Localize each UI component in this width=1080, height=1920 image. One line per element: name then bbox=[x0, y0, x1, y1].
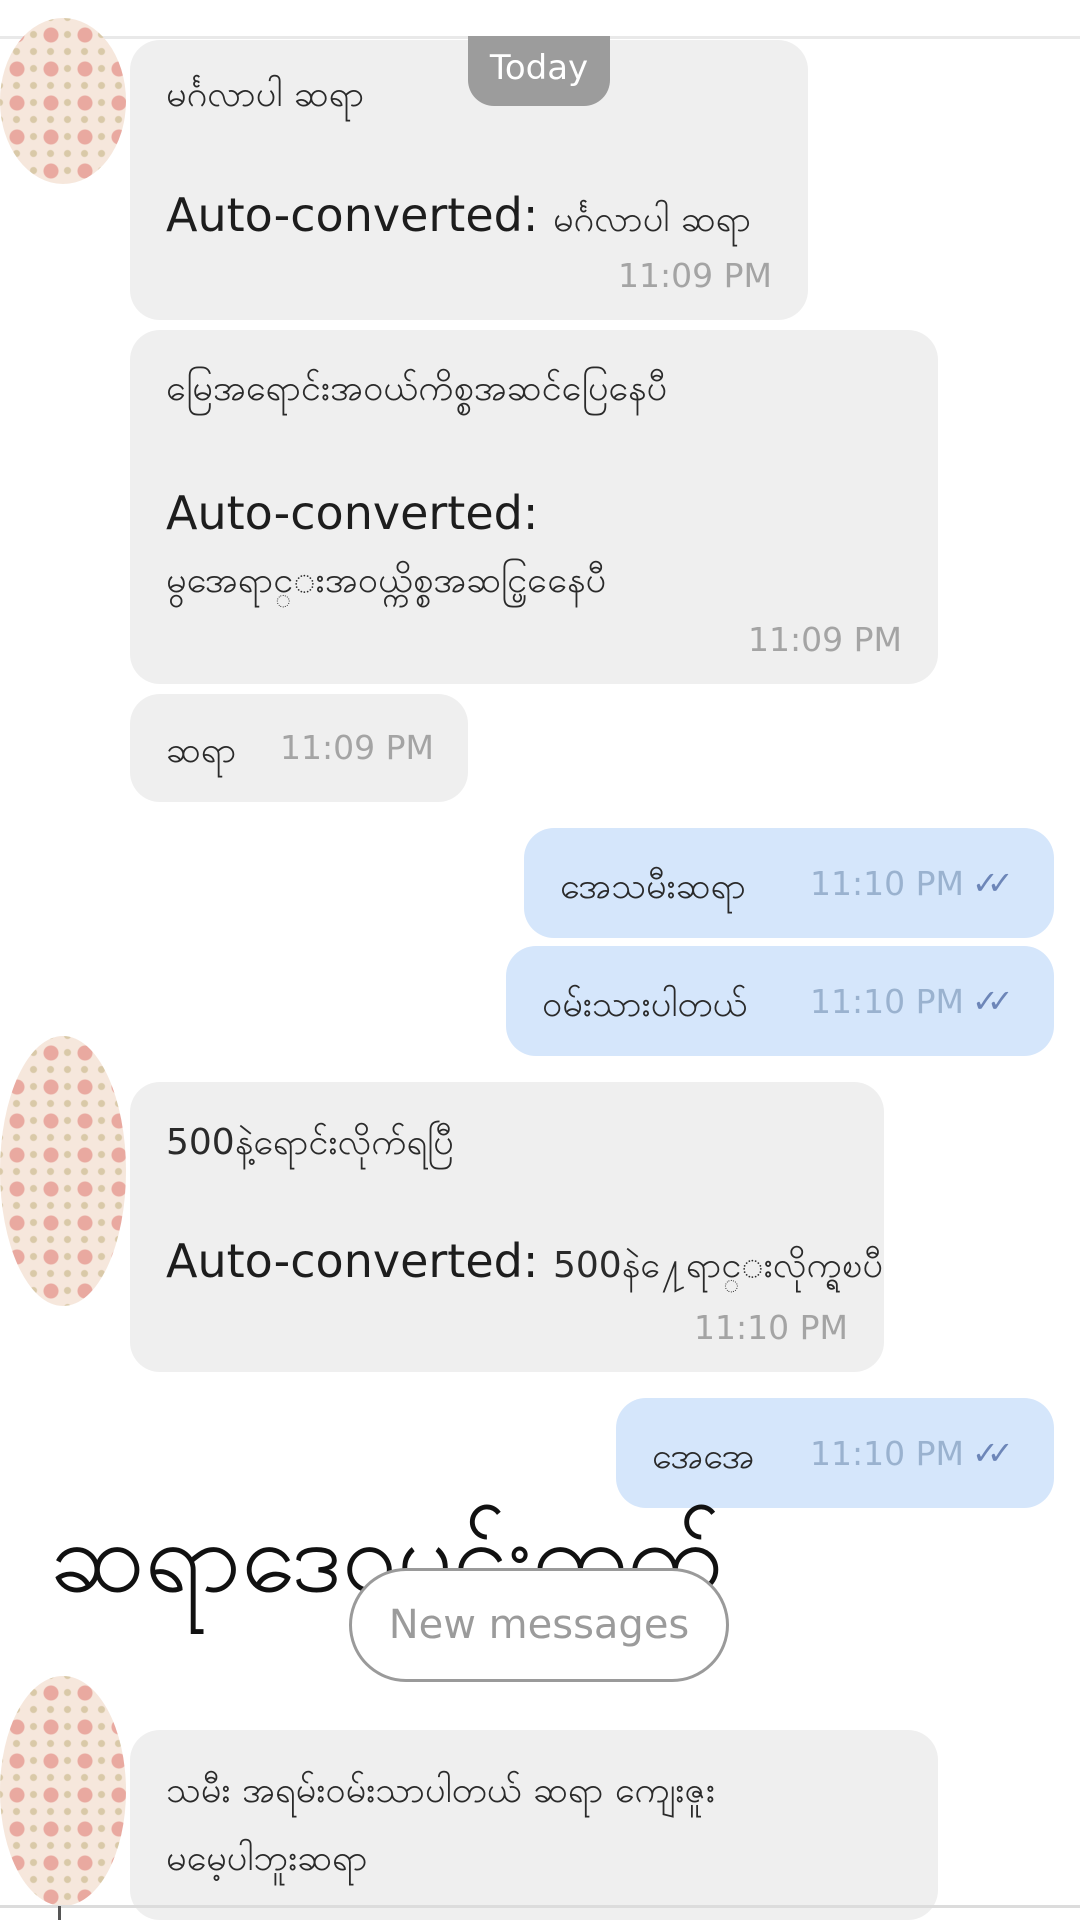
auto-converted-label: Auto-converted: 500နဲ႔ေရာင္းလိုက္ရၿပီ bbox=[166, 1234, 883, 1288]
auto-converted-label: Auto-converted: မင်္ဂလာပါ ဆရာ bbox=[166, 188, 752, 242]
message-time: 11:10 PM bbox=[810, 982, 964, 1021]
converted-text: 500နဲ႔ေရာင္းလိုက္ရၿပီ bbox=[552, 1245, 883, 1286]
input-divider bbox=[0, 1905, 1080, 1908]
converted-text: မင်္ဂလာပါ ဆရာ bbox=[552, 199, 752, 240]
message-text: အေသမီးဆရာ bbox=[560, 866, 746, 907]
outgoing-message-bubble[interactable]: အေအေ 11:10 PM ✓✓ bbox=[616, 1398, 1054, 1508]
new-messages-divider: New messages bbox=[349, 1568, 729, 1682]
message-time: 11:10 PM bbox=[694, 1308, 848, 1347]
double-check-icon: ✓✓ bbox=[972, 982, 1013, 1020]
incoming-message-bubble[interactable]: သမီး အရမ်းဝမ်းသာပါတယ် ဆရာ ကျေးဇူး မမေ့ပါ… bbox=[130, 1730, 938, 1920]
message-text-line-1: သမီး အရမ်းဝမ်းသာပါတယ် ဆရာ ကျေးဇူး bbox=[166, 1770, 715, 1811]
incoming-message-bubble[interactable]: 500နဲ့ရောင်းလိုက်ရပြီ Auto-converted: 50… bbox=[130, 1082, 884, 1372]
message-text: 500နဲ့ရောင်းလိုက်ရပြီ bbox=[166, 1122, 454, 1163]
avatar[interactable] bbox=[0, 1036, 126, 1306]
auto-converted-label: Auto-converted: bbox=[166, 486, 539, 540]
incoming-message-bubble[interactable]: မြေအရောင်းအဝယ်ကိစ္စအဆင်ပြေနေပီ Auto-conv… bbox=[130, 330, 938, 684]
outgoing-message-bubble[interactable]: အေသမီးဆရာ 11:10 PM ✓✓ bbox=[524, 828, 1054, 938]
incoming-message-bubble[interactable]: ဆရာ 11:09 PM bbox=[130, 694, 468, 802]
date-separator: Today bbox=[468, 36, 610, 106]
message-text-line-2: မမေ့ပါဘူးဆရာ bbox=[166, 1838, 368, 1879]
message-time: 11:10 PM bbox=[810, 864, 964, 903]
message-time: 11:09 PM bbox=[748, 620, 902, 659]
message-text: အေအေ bbox=[652, 1436, 755, 1477]
outgoing-message-bubble[interactable]: ဝမ်းသားပါတယ် 11:10 PM ✓✓ bbox=[506, 946, 1054, 1056]
double-check-icon: ✓✓ bbox=[972, 864, 1013, 902]
message-time: 11:09 PM bbox=[618, 256, 772, 295]
message-text: ဝမ်းသားပါတယ် bbox=[542, 984, 748, 1025]
avatar[interactable] bbox=[0, 1676, 126, 1906]
message-text: မြေအရောင်းအဝယ်ကိစ္စအဆင်ပြေနေပီ bbox=[166, 368, 668, 409]
double-check-icon: ✓✓ bbox=[972, 1434, 1013, 1472]
message-time: 11:10 PM bbox=[810, 1434, 964, 1473]
message-time: 11:09 PM bbox=[280, 728, 434, 767]
message-text: ဆရာ bbox=[166, 730, 237, 771]
message-text: မင်္ဂလာပါ ဆရာ bbox=[166, 74, 365, 115]
avatar[interactable] bbox=[0, 18, 126, 184]
text-cursor bbox=[58, 1906, 61, 1920]
converted-text: မွအေရာင္းအ၀ယ္ကိစ္စအဆင္ပြနေေပီ bbox=[166, 560, 607, 601]
